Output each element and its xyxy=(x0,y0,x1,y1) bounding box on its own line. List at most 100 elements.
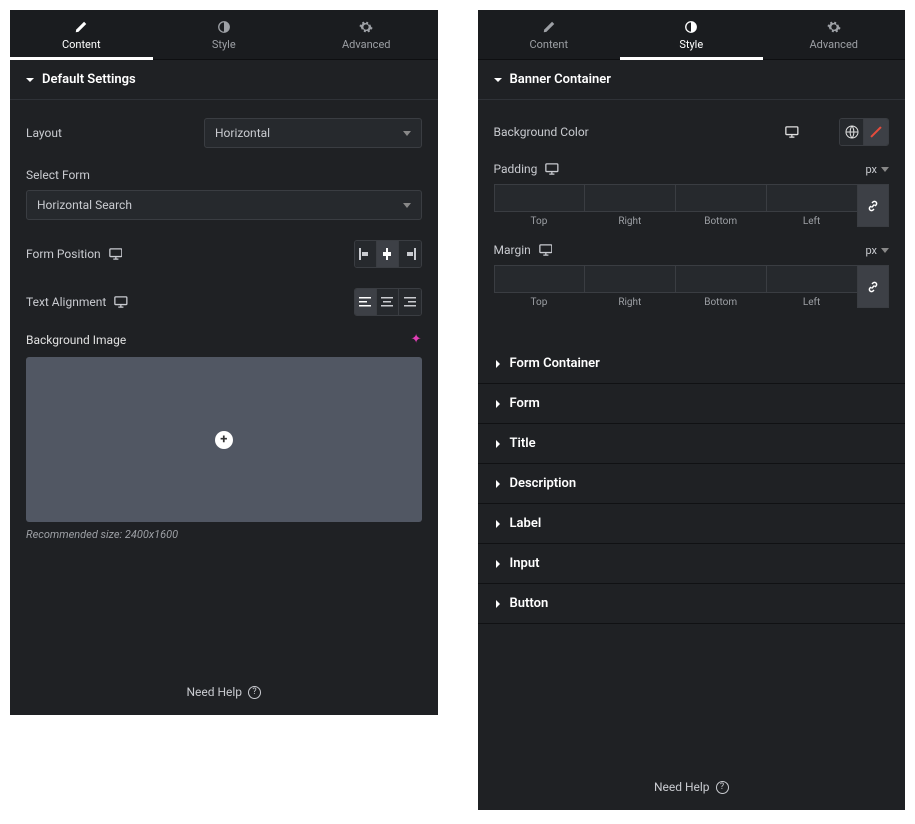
margin-unit-select[interactable]: px xyxy=(865,244,889,257)
margin-label: Margin xyxy=(494,243,531,257)
text-left-button[interactable] xyxy=(355,289,377,315)
color-swatch-button[interactable] xyxy=(864,119,888,145)
tab-label: Style xyxy=(620,38,763,51)
ai-sparkle-icon[interactable]: ✦ xyxy=(411,332,422,347)
chevron-down-icon xyxy=(881,248,889,253)
align-left-button[interactable] xyxy=(355,241,377,267)
gear-icon xyxy=(359,20,373,34)
text-center-button[interactable] xyxy=(377,289,399,315)
caret-right-icon xyxy=(494,400,502,408)
global-color-button[interactable] xyxy=(840,119,864,145)
align-center-button[interactable] xyxy=(377,241,399,267)
text-alignment-group xyxy=(354,288,422,316)
dim-label: Bottom xyxy=(675,297,766,308)
section-default-settings[interactable]: Default Settings xyxy=(10,60,438,100)
align-right-button[interactable] xyxy=(399,241,421,267)
section-title-sect[interactable]: Title xyxy=(478,424,906,464)
help-label: Need Help xyxy=(654,780,710,794)
text-alignment-label: Text Alignment xyxy=(26,295,106,309)
form-position-label: Form Position xyxy=(26,247,101,261)
section-description[interactable]: Description xyxy=(478,464,906,504)
text-right-button[interactable] xyxy=(399,289,421,315)
margin-top-input[interactable] xyxy=(494,265,585,293)
section-form-container[interactable]: Form Container xyxy=(478,344,906,384)
layout-select[interactable]: Horizontal xyxy=(204,118,422,148)
form-position-row: Form Position xyxy=(26,230,422,278)
padding-inputs: Top Right Bottom Left xyxy=(494,184,890,227)
chevron-down-icon xyxy=(403,131,411,136)
section-title: Input xyxy=(510,556,540,571)
monitor-icon[interactable] xyxy=(539,244,553,256)
dim-label: Left xyxy=(766,297,857,308)
gear-icon xyxy=(827,20,841,34)
select-form-select[interactable]: Horizontal Search xyxy=(26,190,422,220)
margin-inputs: Top Right Bottom Left xyxy=(494,265,890,308)
margin-bottom-input[interactable] xyxy=(675,265,766,293)
tab-label: Content xyxy=(10,38,153,51)
select-form-label: Select Form xyxy=(26,168,422,182)
padding-top-input[interactable] xyxy=(494,184,585,212)
section-input[interactable]: Input xyxy=(478,544,906,584)
caret-right-icon xyxy=(494,560,502,568)
layout-row: Layout Horizontal xyxy=(26,108,422,158)
tab-advanced[interactable]: Advanced xyxy=(295,10,438,59)
dim-label: Top xyxy=(494,216,585,227)
help-footer[interactable]: Need Help ? xyxy=(478,764,906,810)
margin-unit: px xyxy=(865,244,877,257)
margin-link-button[interactable] xyxy=(857,265,889,308)
section-title: Default Settings xyxy=(42,72,136,87)
tab-style[interactable]: Style xyxy=(153,10,296,59)
section-title: Form Container xyxy=(510,356,600,371)
tab-advanced[interactable]: Advanced xyxy=(763,10,906,59)
tab-style[interactable]: Style xyxy=(620,10,763,59)
bg-image-header: Background Image ✦ xyxy=(26,326,422,351)
tab-content[interactable]: Content xyxy=(478,10,621,59)
layout-value: Horizontal xyxy=(215,126,270,140)
chevron-down-icon xyxy=(881,167,889,172)
padding-right-input[interactable] xyxy=(584,184,675,212)
help-footer[interactable]: Need Help ? xyxy=(10,669,438,715)
caret-right-icon xyxy=(494,480,502,488)
dim-label: Right xyxy=(584,216,675,227)
caret-right-icon xyxy=(494,520,502,528)
dim-label: Left xyxy=(766,216,857,227)
monitor-icon[interactable] xyxy=(114,296,128,308)
tab-content[interactable]: Content xyxy=(10,10,153,59)
section-title: Form xyxy=(510,396,540,411)
padding-left-input[interactable] xyxy=(766,184,857,212)
padding-header: Padding px xyxy=(494,156,890,180)
section-button[interactable]: Button xyxy=(478,584,906,624)
padding-link-button[interactable] xyxy=(857,184,889,227)
pencil-icon xyxy=(74,20,88,34)
bg-color-row: Background Color xyxy=(494,108,890,156)
padding-unit: px xyxy=(865,163,877,176)
monitor-icon[interactable] xyxy=(109,248,123,260)
margin-right-input[interactable] xyxy=(584,265,675,293)
help-label: Need Help xyxy=(186,685,242,699)
caret-down-icon xyxy=(26,76,34,84)
select-form-row: Select Form Horizontal Search xyxy=(26,158,422,230)
section-title: Title xyxy=(510,436,536,451)
monitor-icon[interactable] xyxy=(545,163,559,175)
chevron-down-icon xyxy=(403,203,411,208)
dim-label: Right xyxy=(584,297,675,308)
bg-image-hint: Recommended size: 2400x1600 xyxy=(26,528,422,541)
margin-left-input[interactable] xyxy=(766,265,857,293)
padding-label: Padding xyxy=(494,162,538,176)
section-title: Description xyxy=(510,476,577,491)
dim-label: Bottom xyxy=(675,216,766,227)
padding-bottom-input[interactable] xyxy=(675,184,766,212)
section-form[interactable]: Form xyxy=(478,384,906,424)
caret-right-icon xyxy=(494,440,502,448)
caret-right-icon xyxy=(494,600,502,608)
padding-unit-select[interactable]: px xyxy=(865,163,889,176)
bg-image-dropzone[interactable]: + xyxy=(26,357,422,522)
plus-icon: + xyxy=(215,431,233,449)
monitor-icon[interactable] xyxy=(785,126,799,138)
section-title: Label xyxy=(510,516,542,531)
section-title: Button xyxy=(510,596,549,611)
section-label[interactable]: Label xyxy=(478,504,906,544)
section-banner-container[interactable]: Banner Container xyxy=(478,60,906,100)
section-title: Banner Container xyxy=(510,72,611,87)
section-body: Layout Horizontal Select Form Horizontal… xyxy=(10,100,438,557)
